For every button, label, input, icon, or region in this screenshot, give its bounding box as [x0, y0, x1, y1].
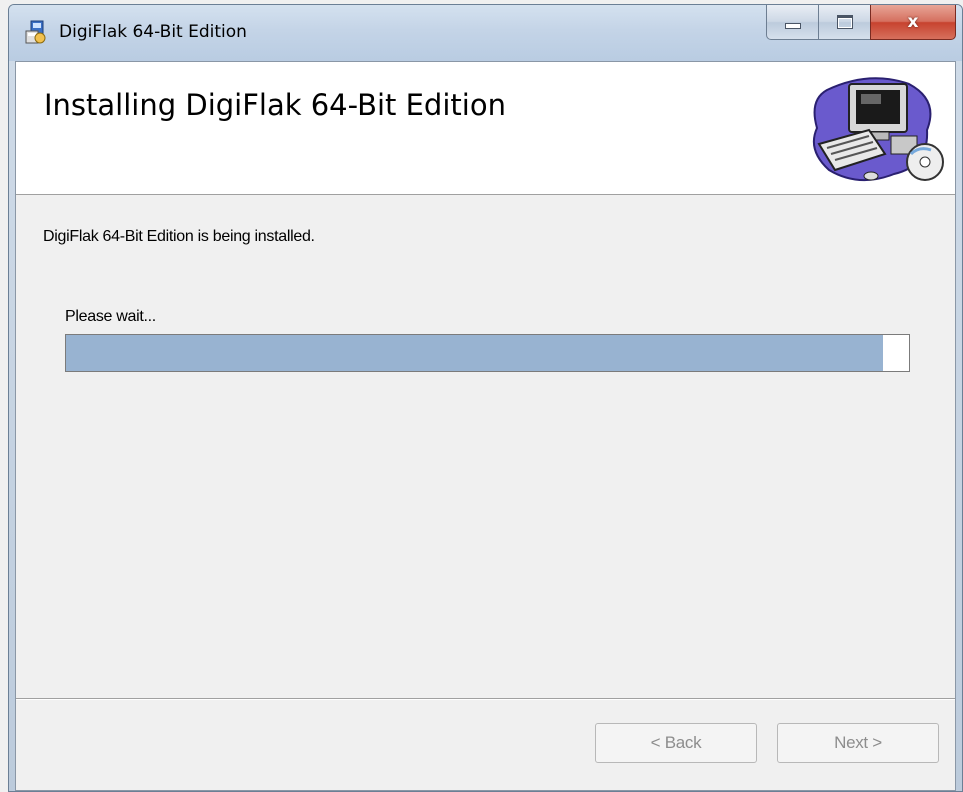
caption-buttons: x: [766, 5, 956, 41]
progress-fill: [66, 335, 883, 371]
minimize-icon: [784, 23, 801, 29]
close-button[interactable]: x: [870, 5, 956, 40]
next-button[interactable]: Next >: [777, 723, 939, 763]
install-status-text: DigiFlak 64-Bit Edition is being install…: [43, 228, 315, 245]
title-bar[interactable]: DigiFlak 64-Bit Edition x: [9, 5, 962, 61]
dialog-client-area: Installing DigiFlak 64-Bit Edition DigiF…: [15, 61, 956, 791]
progress-label: Please wait...: [65, 308, 156, 325]
footer-divider: [16, 698, 955, 700]
computer-with-disc-icon: [813, 77, 944, 182]
page-title: Installing DigiFlak 64-Bit Edition: [44, 88, 506, 122]
minimize-button[interactable]: [766, 5, 818, 40]
installer-app-icon: [25, 20, 46, 44]
window-title: DigiFlak 64-Bit Edition: [59, 22, 247, 42]
header-banner: Installing DigiFlak 64-Bit Edition: [16, 62, 955, 195]
back-button[interactable]: < Back: [595, 723, 757, 763]
close-icon: x: [907, 12, 919, 32]
maximize-button[interactable]: [818, 5, 870, 40]
install-progress-bar: [65, 334, 910, 372]
maximize-icon: [836, 15, 853, 29]
installer-window: DigiFlak 64-Bit Edition x Installing Dig…: [8, 4, 963, 792]
